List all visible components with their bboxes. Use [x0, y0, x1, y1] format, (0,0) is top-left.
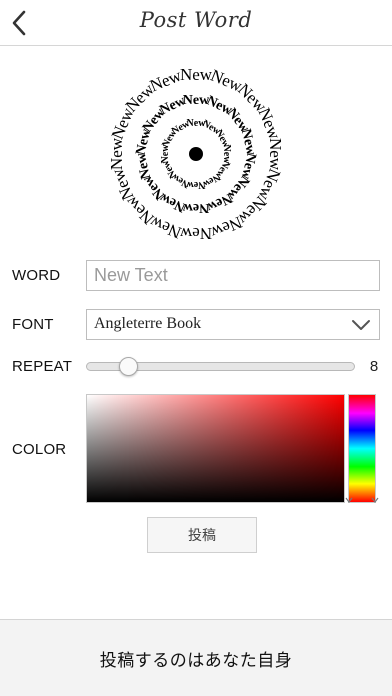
word-input[interactable] [86, 260, 380, 291]
color-saturation-picker[interactable] [86, 394, 345, 503]
hue-marker[interactable] [345, 496, 379, 506]
font-selected-value: Angleterre Book [94, 315, 202, 332]
repeat-label: REPEAT [12, 358, 73, 375]
repeat-slider-thumb[interactable] [118, 357, 138, 376]
footer-text: 投稿するのはあなた自身 [99, 650, 293, 670]
repeat-value: 8 [369, 358, 379, 375]
word-label: WORD [12, 267, 61, 284]
page-title: Post Word [139, 8, 253, 32]
navigation-bar: Post Word [0, 0, 392, 46]
post-button[interactable]: 投稿 [147, 517, 257, 553]
chevron-down-icon [352, 320, 370, 330]
footer-bar: 投稿するのはあなた自身 [0, 619, 392, 696]
font-select[interactable]: Angleterre Book [86, 309, 380, 340]
word-art-preview: NewNewNewNewNewNewNewNewNewNewNewNewNewN… [107, 65, 285, 243]
font-label: FONT [12, 316, 54, 333]
color-label: COLOR [12, 441, 67, 458]
color-hue-bar[interactable] [348, 394, 376, 503]
preview-center [189, 147, 203, 161]
